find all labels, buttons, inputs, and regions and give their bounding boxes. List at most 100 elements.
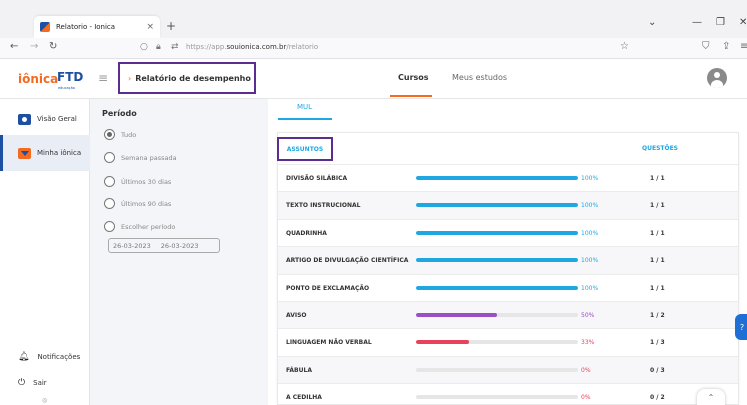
- forward-arrow-icon[interactable]: →: [30, 41, 38, 52]
- questions-count: 1 / 1: [650, 202, 665, 210]
- subject-name: PONTO DE EXCLAMAÇÃO: [286, 284, 370, 292]
- new-tab-button[interactable]: +: [166, 19, 176, 33]
- progress-bar: [416, 340, 578, 345]
- progress-percent: 100%: [581, 257, 599, 265]
- window-minimize-icon[interactable]: —: [692, 17, 702, 28]
- period-filter-panel: Período Tudo Semana passada Últimos 30 d…: [90, 99, 268, 405]
- sidebar-item-sair[interactable]: ⏻ Sair: [0, 369, 90, 397]
- radio-label: Escolher período: [121, 222, 176, 231]
- subject-name: A CEDILHA: [286, 394, 322, 402]
- period-option-90-dias[interactable]: Últimos 90 dias: [104, 198, 171, 209]
- questions-count: 1 / 1: [650, 284, 665, 292]
- tab-title: Relatorio - Ionica: [56, 23, 116, 31]
- avatar[interactable]: [707, 68, 727, 88]
- progress-bar: [416, 395, 578, 400]
- radio-button[interactable]: [104, 129, 115, 140]
- date-range-input[interactable]: 26-03-2023 26-03-2023: [108, 238, 220, 253]
- progress-bar: [416, 312, 578, 317]
- browser-tab[interactable]: Relatorio - Ionica ×: [34, 16, 160, 38]
- sidebar-collapse-icon[interactable]: ◎: [42, 397, 47, 404]
- radio-button[interactable]: [104, 221, 115, 232]
- tab-close-icon[interactable]: ×: [146, 22, 154, 32]
- questions-count: 0 / 2: [650, 394, 665, 402]
- help-icon[interactable]: ?: [735, 314, 747, 340]
- period-option-escolher[interactable]: Escolher período: [104, 221, 175, 232]
- pocket-icon[interactable]: ⛉: [702, 41, 710, 52]
- bookmark-star-icon[interactable]: ☆: [620, 41, 629, 52]
- progress-bar-fill: [416, 285, 578, 290]
- radio-label: Últimos 90 dias: [121, 199, 172, 208]
- menu-icon[interactable]: ≡: [740, 41, 747, 52]
- sidebar-item-notificacoes[interactable]: 🔔︎ Notificações: [0, 343, 90, 371]
- subject-name: QUADRINHA: [286, 229, 327, 237]
- share-icon[interactable]: ⇪: [722, 41, 730, 52]
- date-from: 26-03-2023: [113, 241, 151, 250]
- subject-name: AVISO: [286, 311, 307, 319]
- sidebar-item-visao-geral[interactable]: Visão Geral: [0, 105, 90, 133]
- progress-percent: 0%: [581, 366, 591, 374]
- sidebar-item-label: Minha iônica: [37, 149, 82, 157]
- radio-label: Semana passada: [121, 153, 177, 162]
- table-row: ARTIGO DE DIVULGAÇÃO CIENTÍFICA 100% 1 / 1: [278, 246, 738, 274]
- questions-count: 1 / 1: [650, 229, 665, 237]
- window-maximize-icon[interactable]: ❐: [716, 17, 725, 28]
- window-close-icon[interactable]: ✕: [739, 17, 747, 28]
- sidebar-item-label: Visão Geral: [37, 115, 77, 123]
- table-row: FÁBULA 0% 0 / 3: [278, 355, 738, 384]
- url-input[interactable]: https://app.souionica.com.br/relatorio: [186, 43, 318, 51]
- progress-percent: 50%: [581, 311, 595, 319]
- progress-bar-fill: [416, 258, 578, 263]
- period-option-tudo[interactable]: Tudo: [104, 129, 136, 140]
- progress-bar: [416, 230, 578, 235]
- radio-button[interactable]: [104, 152, 115, 163]
- table-row: A CEDILHA 0% 0 / 2: [278, 383, 738, 405]
- progress-percent: 100%: [581, 202, 599, 210]
- tab-list-chevron-icon[interactable]: ⌄: [648, 17, 656, 28]
- progress-percent: 0%: [581, 394, 591, 402]
- power-icon: ⏻: [18, 378, 26, 388]
- ionica-favicon-icon: [40, 22, 50, 32]
- subjects-table-body: DIVISÃO SILÁBICA 100% 1 / 1 TEXTO INSTRUCIO…: [278, 164, 738, 405]
- tab-meus-estudos[interactable]: Meus estudos: [452, 73, 507, 82]
- radio-label: Últimos 30 dias: [121, 177, 172, 186]
- progress-bar: [416, 176, 578, 180]
- table-row: LINGUAGEM NÃO VERBAL 33% 1 / 3: [278, 328, 738, 355]
- progress-bar-fill: [416, 203, 578, 208]
- assuntos-header-highlight: ASSUNTOS: [277, 137, 333, 161]
- progress-percent: 100%: [581, 284, 599, 292]
- subject-name: DIVISÃO SILÁBICA: [286, 175, 348, 182]
- period-option-semana-passada[interactable]: Semana passada: [104, 152, 177, 163]
- tracking-shield-icon[interactable]: ○: [140, 42, 148, 52]
- progress-percent: 100%: [581, 229, 599, 237]
- radio-button[interactable]: [104, 198, 115, 209]
- progress-bar: [416, 258, 578, 263]
- sidebar-item-label: Sair: [33, 379, 47, 387]
- progress-bar-fill: [416, 230, 578, 235]
- permissions-icon[interactable]: ⇄: [171, 42, 179, 52]
- back-arrow-icon[interactable]: ←: [10, 41, 18, 52]
- subject-name: FÁBULA: [286, 366, 312, 374]
- reload-icon[interactable]: ↻: [49, 41, 57, 52]
- progress-percent: 100%: [581, 175, 599, 182]
- subject-name: ARTIGO DE DIVULGAÇÃO CIENTÍFICA: [286, 257, 409, 265]
- tab-subject-mul[interactable]: MUL: [297, 103, 312, 111]
- hamburger-menu-icon[interactable]: ≡: [98, 71, 108, 85]
- period-option-30-dias[interactable]: Últimos 30 dias: [104, 176, 171, 187]
- column-header-questoes: QUESTÕES: [642, 145, 679, 152]
- sidebar: Visão Geral Minha iônica 🔔︎ Notificações…: [0, 99, 90, 405]
- ionica-logo[interactable]: iônica: [18, 72, 58, 86]
- radio-label: Tudo: [121, 130, 137, 139]
- tab-cursos[interactable]: Cursos: [398, 73, 429, 82]
- report-main: MUL ASSUNTOS QUESTÕES DIVISÃO SILÁBICA 10…: [268, 99, 747, 405]
- scroll-top-chevron-icon[interactable]: ⌃: [697, 389, 725, 405]
- ftd-logo: FTD: [57, 70, 84, 84]
- column-header-assuntos: ASSUNTOS: [286, 145, 324, 153]
- lock-icon[interactable]: 🔒︎: [156, 42, 161, 52]
- chevron-right-icon: ›: [128, 73, 132, 83]
- radio-button[interactable]: [104, 176, 115, 187]
- sidebar-item-minha-ionica[interactable]: Minha iônica: [0, 135, 90, 171]
- questions-count: 1 / 2: [650, 311, 665, 319]
- subject-name: TEXTO INSTRUCIONAL: [286, 202, 361, 210]
- progress-bar: [416, 285, 578, 290]
- questions-count: 1 / 3: [650, 339, 665, 347]
